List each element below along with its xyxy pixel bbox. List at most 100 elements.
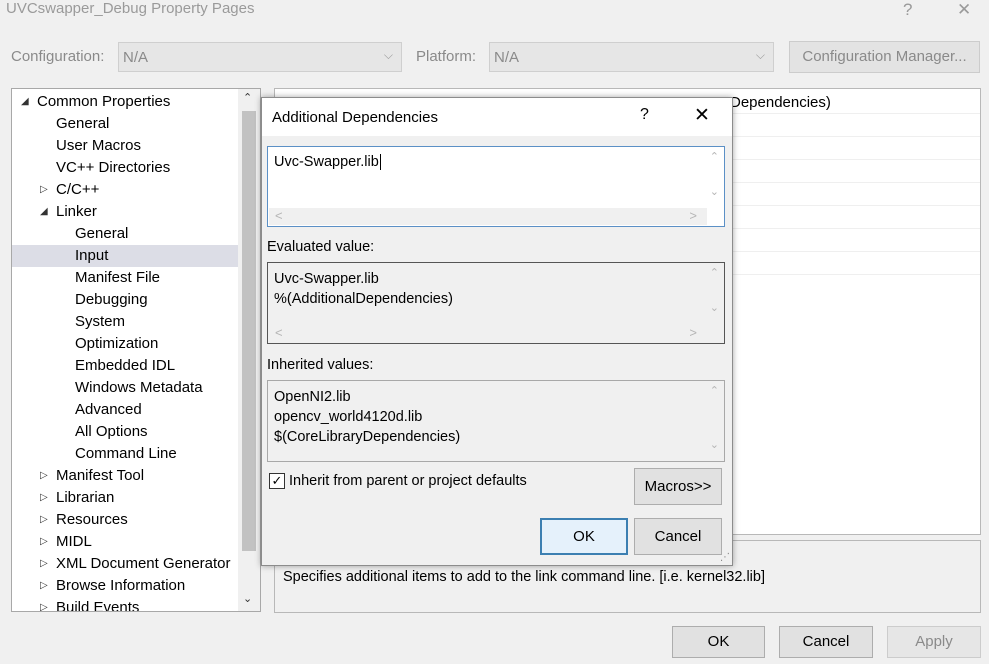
scroll-down-icon[interactable]: ⌄ (710, 185, 719, 198)
tree-item[interactable]: VC++ Directories (12, 157, 238, 179)
dialog-titlebar: Additional Dependencies ? ✕ (262, 98, 732, 136)
tree-item[interactable]: Command Line (12, 443, 238, 465)
tree-item[interactable]: General (12, 223, 238, 245)
tree-item-label: Debugging (75, 291, 148, 308)
tree-item[interactable]: Advanced (12, 399, 238, 421)
scroll-up-icon[interactable]: ⌃ (710, 266, 719, 279)
expand-arrow-icon[interactable]: ▷ (40, 597, 48, 611)
horizontal-scrollbar[interactable]: < > (269, 325, 707, 342)
grid-row-divider (715, 205, 980, 206)
evaluated-line: %(AdditionalDependencies) (274, 291, 453, 307)
expand-arrow-icon[interactable]: ▷ (40, 553, 48, 575)
tree-item[interactable]: Optimization (12, 333, 238, 355)
tree-item-label: Manifest File (75, 269, 161, 286)
tree-item[interactable]: User Macros (12, 135, 238, 157)
tree-item[interactable]: ◢ Common Properties (12, 91, 238, 113)
tree-item[interactable]: Debugging (12, 289, 238, 311)
tree-item-label: Librarian (56, 489, 115, 506)
dependencies-input[interactable]: Uvc-Swapper.lib​ ⌃ ⌄ < > (267, 146, 725, 227)
grid-value-text: Dependencies) (730, 94, 831, 111)
collapse-arrow-icon[interactable]: ◢ (21, 91, 29, 113)
scroll-right-icon[interactable]: > (689, 325, 697, 340)
grid-row-divider (715, 159, 980, 160)
configuration-manager-button[interactable]: Configuration Manager... (789, 41, 980, 73)
platform-value: N/A (494, 49, 520, 66)
dialog-title: Additional Dependencies (272, 109, 438, 126)
inherit-checkbox-label[interactable]: Inherit from parent or project defaults (289, 473, 527, 489)
tree-item[interactable]: ▷ Manifest Tool (12, 465, 238, 487)
inherit-checkbox[interactable]: ✓ (269, 473, 285, 489)
expand-arrow-icon[interactable]: ▷ (40, 465, 48, 487)
expand-arrow-icon[interactable]: ▷ (40, 509, 48, 531)
chevron-down-icon: ⌵ (383, 48, 393, 62)
cancel-button[interactable]: Cancel (779, 626, 873, 658)
platform-label: Platform: (416, 48, 477, 65)
tree-item[interactable]: General (12, 113, 238, 135)
tree-item-label: System (75, 313, 126, 330)
scroll-down-icon[interactable]: ⌄ (710, 301, 719, 314)
scroll-up-icon[interactable]: ⌃ (710, 150, 719, 163)
tree-item[interactable]: ▷ Build Events (12, 597, 238, 611)
scroll-up-icon[interactable]: ⌃ (710, 384, 719, 397)
tree-item[interactable]: ▷ Resources (12, 509, 238, 531)
tree-item[interactable]: Embedded IDL (12, 355, 238, 377)
tree-item[interactable]: ▷ C/C++ (12, 179, 238, 201)
tree-item[interactable]: All Options (12, 421, 238, 443)
grid-row-divider (715, 274, 980, 275)
chevron-down-icon: ⌵ (755, 48, 765, 62)
property-tree[interactable]: ◢ Common Properties General User Macros VC++… (11, 88, 261, 612)
scroll-left-icon[interactable]: < (275, 208, 283, 223)
tree-item-label: Input (75, 247, 109, 264)
platform-dropdown[interactable]: N/A ⌵ (489, 42, 774, 72)
grid-row-divider (715, 228, 980, 229)
expand-arrow-icon[interactable]: ▷ (40, 487, 48, 509)
tree-item[interactable]: ▷ Browse Information (12, 575, 238, 597)
resize-grip-icon[interactable]: ⋰ (720, 552, 730, 563)
grid-row-divider (715, 136, 980, 137)
configuration-dropdown[interactable]: N/A ⌵ (118, 42, 402, 72)
scroll-up-icon[interactable]: ⌃ (243, 91, 252, 104)
window-help-button[interactable]: ? (903, 0, 912, 20)
tree-item-label: User Macros (56, 137, 142, 154)
expand-arrow-icon[interactable]: ▷ (40, 531, 48, 553)
tree-item-label: Resources (56, 511, 128, 528)
tree-item[interactable]: Manifest File (12, 267, 238, 289)
tree-item[interactable]: ▷ XML Document Generator (12, 553, 238, 575)
expand-arrow-icon[interactable]: ▷ (40, 575, 48, 597)
scroll-down-icon[interactable]: ⌄ (243, 592, 252, 605)
configuration-value: N/A (123, 49, 149, 66)
tree-item[interactable]: ▷ Librarian (12, 487, 238, 509)
tree-item-label: MIDL (56, 533, 92, 550)
tree-item-label: Command Line (75, 445, 177, 462)
expand-arrow-icon[interactable]: ▷ (40, 179, 48, 201)
macros-button[interactable]: Macros>> (634, 468, 722, 505)
evaluated-value-box[interactable]: Uvc-Swapper.lib %(AdditionalDependencies… (267, 262, 725, 344)
tree-scroll-thumb[interactable] (242, 111, 256, 551)
scroll-right-icon[interactable]: > (689, 208, 697, 223)
tree-item-label: Windows Metadata (75, 379, 203, 396)
horizontal-scrollbar[interactable]: < > (269, 208, 707, 225)
grid-row-divider (715, 182, 980, 183)
tree-item-label: C/C++ (56, 181, 100, 198)
tree-scrollbar[interactable]: ⌃ ⌄ (238, 89, 260, 611)
dialog-cancel-button[interactable]: Cancel (634, 518, 722, 555)
dialog-close-button[interactable]: ✕ (694, 104, 710, 127)
window-close-button[interactable]: ✕ (957, 0, 971, 20)
dialog-help-button[interactable]: ? (640, 106, 649, 124)
additional-dependencies-dialog: Additional Dependencies ? ✕ Uvc-Swapper.… (261, 97, 733, 566)
scroll-left-icon[interactable]: < (275, 325, 283, 340)
ok-button[interactable]: OK (672, 626, 765, 658)
description-text: Specifies additional items to add to the… (283, 569, 765, 585)
apply-button[interactable]: Apply (887, 626, 981, 658)
tree-item[interactable]: ◢ Linker (12, 201, 238, 223)
tree-item[interactable]: Input (12, 245, 238, 267)
evaluated-value-label: Evaluated value: (267, 239, 375, 255)
tree-item-label: Embedded IDL (75, 357, 176, 374)
dialog-ok-button[interactable]: OK (540, 518, 628, 555)
tree-item[interactable]: ▷ MIDL (12, 531, 238, 553)
collapse-arrow-icon[interactable]: ◢ (40, 201, 48, 223)
inherited-values-box[interactable]: OpenNI2.lib opencv_world4120d.lib $(Core… (267, 380, 725, 462)
scroll-down-icon[interactable]: ⌄ (710, 438, 719, 451)
tree-item[interactable]: Windows Metadata (12, 377, 238, 399)
tree-item[interactable]: System (12, 311, 238, 333)
